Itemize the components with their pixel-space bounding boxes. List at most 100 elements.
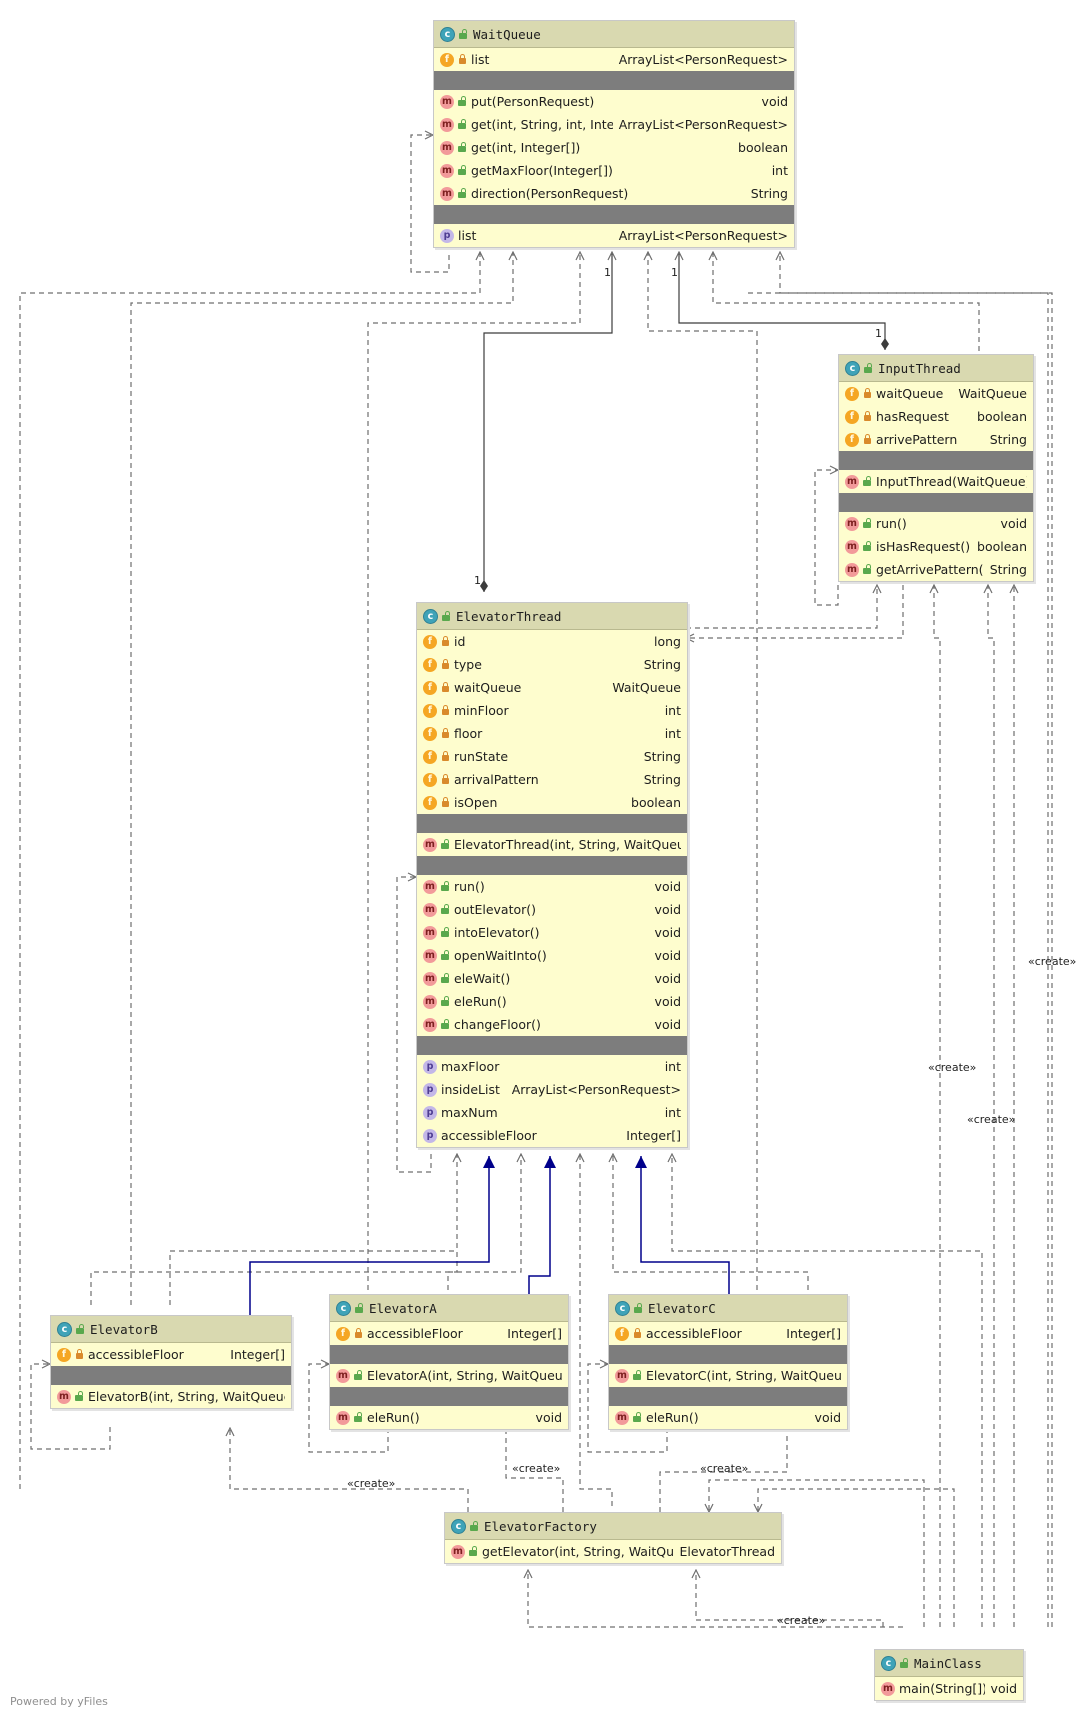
field-row[interactable]: f type String	[417, 653, 687, 676]
member-type: int	[771, 163, 788, 178]
method-row[interactable]: m getArrivePattern() String	[839, 558, 1033, 581]
method-row[interactable]: m isHasRequest() boolean	[839, 535, 1033, 558]
class-icon: c	[336, 1300, 351, 1316]
field-row[interactable]: f hasRequest boolean	[839, 405, 1033, 428]
separator	[434, 205, 794, 224]
footer-text: Powered by yFiles	[10, 1695, 108, 1708]
method-row[interactable]: m eleRun() void	[417, 990, 687, 1013]
class-header: c ElevatorC	[609, 1295, 847, 1322]
method-icon: m	[440, 163, 454, 178]
edge-elevatorb-elevatorthread	[90, 1154, 457, 1305]
public-icon	[469, 1520, 479, 1531]
field-icon: f	[423, 634, 437, 649]
member-type: long	[654, 634, 681, 649]
class-elevatorfactory[interactable]: c ElevatorFactory m getElevator(int, Strin…	[444, 1512, 782, 1564]
method-row[interactable]: m main(String[]) void	[875, 1677, 1023, 1700]
edge-mainclass-inputthread-3	[988, 585, 995, 1627]
field-row[interactable]: f minFloor int	[417, 699, 687, 722]
property-row[interactable]: p list ArrayList<PersonRequest>	[434, 224, 794, 247]
property-row[interactable]: p insideList ArrayList<PersonRequest>	[417, 1078, 687, 1101]
public-icon	[457, 119, 467, 130]
property-icon: p	[423, 1059, 437, 1074]
class-elevatorc[interactable]: c ElevatorC f accessibleFloor Integer[] m El…	[608, 1294, 848, 1430]
class-mainclass[interactable]: c MainClass m main(String[]) void	[874, 1649, 1024, 1701]
method-icon: m	[845, 539, 859, 554]
field-row[interactable]: f floor int	[417, 722, 687, 745]
constructor-row[interactable]: m ElevatorC(int, String, WaitQueue)	[609, 1364, 847, 1387]
class-elevatorb[interactable]: c ElevatorB f accessibleFloor Integer[] m El…	[50, 1315, 292, 1409]
class-icon: c	[451, 1518, 466, 1534]
edge-elevatora-elevatorthread	[447, 1154, 521, 1290]
member-name: insideList	[441, 1082, 500, 1097]
public-icon	[457, 96, 467, 107]
member-type: void	[990, 1681, 1017, 1696]
method-row[interactable]: m get(int, Integer[]) boolean	[434, 136, 794, 159]
property-row[interactable]: p accessibleFloor Integer[]	[417, 1124, 687, 1147]
constructor-row[interactable]: m InputThread(WaitQueue)	[839, 470, 1033, 493]
method-row[interactable]: m run() void	[839, 512, 1033, 535]
member-name: runState	[454, 749, 509, 764]
method-icon: m	[423, 925, 437, 940]
property-row[interactable]: p maxFloor int	[417, 1055, 687, 1078]
method-row[interactable]: m changeFloor() void	[417, 1013, 687, 1036]
method-row[interactable]: m put(PersonRequest) void	[434, 90, 794, 113]
method-row[interactable]: m eleRun() void	[609, 1406, 847, 1429]
method-row[interactable]: m intoElevator() void	[417, 921, 687, 944]
class-elevatora[interactable]: c ElevatorA f accessibleFloor Integer[] m El…	[329, 1294, 569, 1430]
method-row[interactable]: m get(int, String, int, Integer[]) ArrayLi…	[434, 113, 794, 136]
class-elevatorthread[interactable]: c ElevatorThread f id long f type String f wai…	[416, 602, 688, 1148]
class-waitqueue[interactable]: c WaitQueue f list ArrayList<PersonRequest>…	[433, 20, 795, 248]
member-type: int	[664, 1059, 681, 1074]
field-row[interactable]: f accessibleFloor Integer[]	[51, 1343, 291, 1366]
field-icon: f	[336, 1326, 350, 1341]
method-row[interactable]: m run() void	[417, 875, 687, 898]
method-row[interactable]: m eleWait() void	[417, 967, 687, 990]
method-row[interactable]: m getMaxFloor(Integer[]) int	[434, 159, 794, 182]
property-icon: p	[423, 1082, 437, 1097]
field-row[interactable]: f isOpen boolean	[417, 791, 687, 814]
edge-elevatorthread-waitqueue	[484, 252, 612, 592]
separator	[434, 71, 794, 90]
field-row[interactable]: f waitQueue WaitQueue	[417, 676, 687, 699]
method-row[interactable]: m getElevator(int, String, WaitQueue) Elev…	[445, 1540, 781, 1563]
constructor-row[interactable]: m ElevatorB(int, String, WaitQueue)	[51, 1385, 291, 1408]
member-name: changeFloor()	[454, 1017, 541, 1032]
class-name: ElevatorC	[648, 1300, 716, 1316]
field-row[interactable]: f accessibleFloor Integer[]	[330, 1322, 568, 1345]
public-icon	[899, 1657, 909, 1668]
class-inputthread[interactable]: c InputThread f waitQueue WaitQueue f hasReq…	[838, 354, 1034, 582]
constructor-row[interactable]: m ElevatorA(int, String, WaitQueue)	[330, 1364, 568, 1387]
field-row[interactable]: f waitQueue WaitQueue	[839, 382, 1033, 405]
create-label: «create»	[700, 1462, 749, 1475]
method-row[interactable]: m outElevator() void	[417, 898, 687, 921]
member-name: getArrivePattern()	[876, 562, 984, 577]
member-name: type	[454, 657, 482, 672]
class-icon: c	[423, 608, 438, 624]
member-name: eleRun()	[646, 1410, 699, 1425]
field-row[interactable]: f accessibleFloor Integer[]	[609, 1322, 847, 1345]
member-name: eleRun()	[454, 994, 507, 1009]
field-row[interactable]: f id long	[417, 630, 687, 653]
edge-elevatorc-elevatorthread	[613, 1154, 809, 1290]
method-icon: m	[881, 1681, 895, 1696]
field-icon: f	[423, 795, 437, 810]
field-row[interactable]: f arrivalPattern String	[417, 768, 687, 791]
member-name: put(PersonRequest)	[471, 94, 595, 109]
multiplicity-label: 1	[875, 327, 882, 340]
method-icon: m	[451, 1544, 465, 1559]
field-row[interactable]: f list ArrayList<PersonRequest>	[434, 48, 794, 71]
separator	[417, 1036, 687, 1055]
edge-inputthread-waitqueue	[679, 252, 885, 350]
member-type: Integer[]	[786, 1326, 841, 1341]
constructor-row[interactable]: m ElevatorThread(int, String, WaitQueue)	[417, 833, 687, 856]
field-row[interactable]: f arrivePattern String	[839, 428, 1033, 451]
multiplicity-label: 1	[604, 266, 611, 279]
property-row[interactable]: p maxNum int	[417, 1101, 687, 1124]
field-row[interactable]: f runState String	[417, 745, 687, 768]
method-row[interactable]: m direction(PersonRequest) String	[434, 182, 794, 205]
member-type: WaitQueue	[612, 680, 681, 695]
multiplicity-label: 1	[474, 574, 481, 587]
method-row[interactable]: m openWaitInto() void	[417, 944, 687, 967]
separator	[839, 451, 1033, 470]
method-row[interactable]: m eleRun() void	[330, 1406, 568, 1429]
